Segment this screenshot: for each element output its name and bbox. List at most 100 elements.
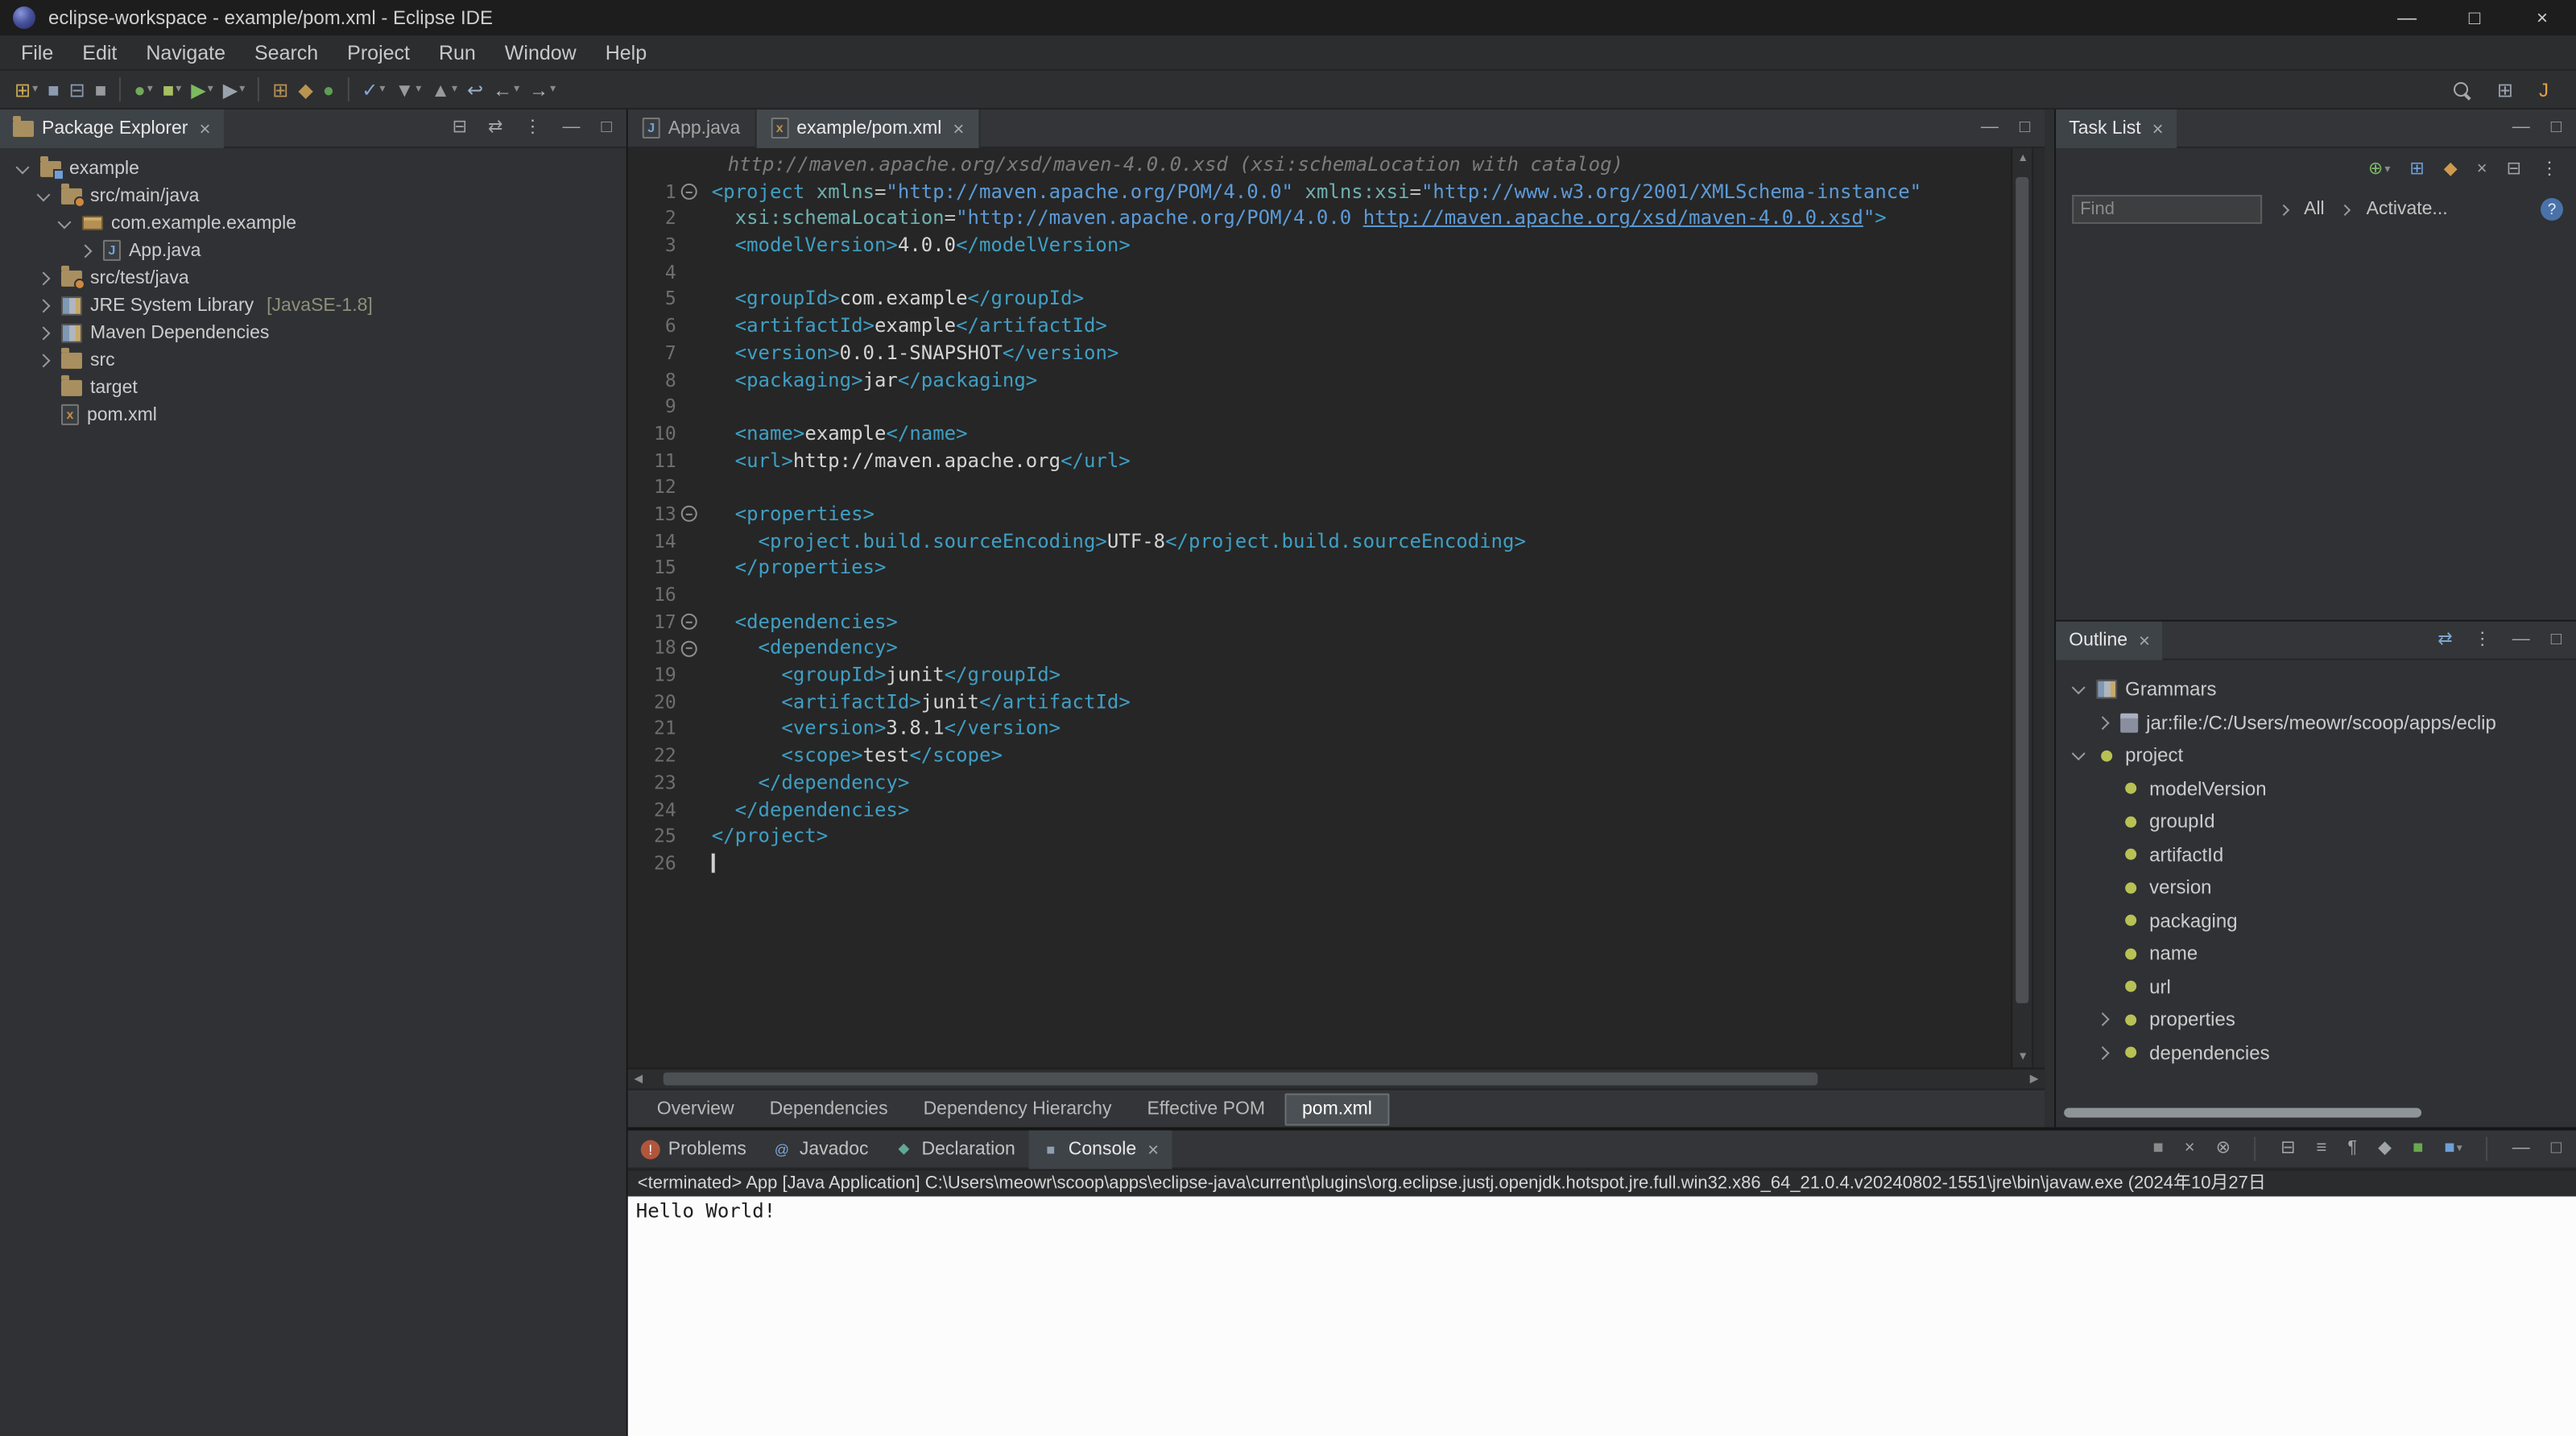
menu-file[interactable]: File [6, 41, 68, 64]
terminate-button[interactable]: ■ [2148, 1137, 2169, 1161]
menu-window[interactable]: Window [490, 41, 591, 64]
code-line-2[interactable]: xsi:schemaLocation="http://maven.apache.… [712, 205, 2011, 232]
console-view-tab-javadoc[interactable]: @ Javadoc [759, 1130, 882, 1169]
task-scope-all[interactable]: All [2304, 200, 2325, 219]
remove-all-terminated-button[interactable]: ⊗ [2211, 1137, 2235, 1161]
search-button[interactable] [2447, 77, 2476, 102]
code-line-6[interactable]: <artifactId>example</artifactId> [712, 312, 2011, 339]
code-line-3[interactable]: <modelVersion>4.0.0</modelVersion> [712, 232, 2011, 259]
view-menu-button[interactable]: ⋮ [2536, 157, 2563, 181]
editor-tab-app-java[interactable]: App.java [628, 108, 757, 147]
last-edit-location-button[interactable]: ↩ [462, 77, 488, 102]
project-tree-item-src-test-java[interactable]: src/test/java [0, 264, 626, 292]
find-input[interactable] [2072, 194, 2263, 224]
project-tree-item-pom-xml[interactable]: pom.xml [0, 401, 626, 428]
minimize-window-button[interactable]: — [2373, 0, 2441, 35]
link-with-editor-button[interactable]: ⇄ [483, 116, 507, 140]
maximize-button[interactable]: □ [596, 116, 616, 140]
code-line-21[interactable]: <version>3.8.1</version> [712, 716, 2011, 743]
horizontal-scroll-thumb[interactable] [662, 1072, 1818, 1086]
project-tree-item-app-java[interactable]: App.java [0, 237, 626, 264]
code-line-12[interactable] [712, 474, 2011, 500]
close-view-icon[interactable]: × [2152, 117, 2164, 139]
code-line-25[interactable]: </project> [712, 823, 2011, 850]
editor-horizontal-scrollbar[interactable]: ◀ ▶ [627, 1067, 2045, 1090]
save-all-button[interactable]: ⊟ [64, 77, 90, 102]
pom-page-tab-dependencies[interactable]: Dependencies [754, 1095, 904, 1124]
maximize-button[interactable]: □ [2546, 628, 2566, 652]
project-tree-item-src[interactable]: src [0, 346, 626, 374]
horizontal-scroll-track[interactable] [649, 1070, 2024, 1089]
expander-collapse-icon[interactable] [2069, 747, 2088, 761]
word-wrap-button[interactable]: ¶ [2342, 1137, 2362, 1161]
code-line-9[interactable] [712, 393, 2011, 420]
outline-tree-item-dependencies[interactable]: dependencies [2056, 1037, 2576, 1070]
pin-console-button[interactable]: ◆ [2373, 1137, 2396, 1161]
open-task-button[interactable]: ✓ ▾ [357, 77, 390, 102]
project-tree-item-jre-system-library[interactable]: JRE System Library [JavaSE-1.8] [0, 292, 626, 319]
pom-page-tab-overview[interactable]: Overview [641, 1095, 750, 1124]
code-line-20[interactable]: <artifactId>junit</artifactId> [712, 689, 2011, 715]
task-activate-link[interactable]: Activate... [2367, 200, 2448, 219]
close-view-icon[interactable]: × [2139, 629, 2150, 652]
open-console-button[interactable]: ■ ▾ [2439, 1137, 2466, 1161]
expander-collapse-icon[interactable] [34, 187, 53, 201]
save-button[interactable]: ■ [43, 77, 64, 102]
minimize-button[interactable]: — [557, 116, 585, 140]
scroll-down-icon[interactable]: ▼ [2012, 1047, 2033, 1068]
minimize-button[interactable]: — [2508, 628, 2535, 652]
outline-tree-item-project[interactable]: project [2056, 739, 2576, 772]
code-line-1[interactable]: <project xmlns="http://maven.apache.org/… [712, 178, 2011, 205]
outline-tree-item-name[interactable]: name [2056, 937, 2576, 970]
new-package-button[interactable]: ◆ [293, 77, 317, 102]
debug-button[interactable]: ● ▾ [129, 77, 158, 102]
expander-collapse-icon[interactable] [13, 159, 32, 174]
external-tools-button[interactable]: ▶ ▾ [218, 77, 250, 102]
scroll-left-icon[interactable]: ◀ [628, 1069, 649, 1090]
expander-collapse-icon[interactable] [2069, 681, 2088, 695]
outline-scroll-thumb[interactable] [2064, 1107, 2421, 1118]
chevron-right-icon[interactable] [2336, 203, 2355, 215]
run-button[interactable]: ▶ ▾ [186, 77, 217, 102]
task-list-tab[interactable]: Task List × [2056, 108, 2177, 147]
clear-console-button[interactable]: ⊟ [2276, 1137, 2300, 1161]
close-view-icon[interactable]: × [199, 117, 210, 139]
vertical-scroll-thumb[interactable] [2016, 177, 2029, 1004]
pom-page-tab-pom-xml[interactable]: pom.xml [1284, 1092, 1390, 1125]
package-explorer-tab[interactable]: Package Explorer × [0, 108, 224, 147]
menu-help[interactable]: Help [591, 41, 661, 64]
minimize-button[interactable]: — [2508, 116, 2535, 140]
code-line-16[interactable] [712, 581, 2011, 608]
java-perspective-button[interactable]: J [2534, 77, 2553, 102]
console-view-tab-console[interactable]: ■ Console × [1028, 1129, 1172, 1169]
editor-tab-example-pom-xml[interactable]: example/pom.xml × [756, 108, 981, 147]
code-line-15[interactable]: </properties> [712, 554, 2011, 581]
fold-marker-icon[interactable] [676, 640, 702, 656]
outline-tree-item-url[interactable]: url [2056, 970, 2576, 1004]
print-button[interactable]: ■ [90, 77, 111, 102]
expander-expand-icon[interactable] [34, 298, 53, 312]
vertical-scroll-track[interactable] [2012, 169, 2032, 1047]
new-task-button[interactable]: ⊕ ▾ [2363, 157, 2395, 181]
pom-page-tab-effective-pom[interactable]: Effective POM [1131, 1095, 1281, 1124]
previous-annotation-button[interactable]: ▲ ▾ [426, 77, 462, 102]
expander-expand-icon[interactable] [76, 243, 95, 258]
code-line-18[interactable]: <dependency> [712, 635, 2011, 662]
maximize-window-button[interactable]: □ [2441, 0, 2508, 35]
menu-project[interactable]: Project [333, 41, 424, 64]
back-button[interactable]: ← ▾ [488, 77, 524, 102]
code-line-7[interactable]: <version>0.0.1-SNAPSHOT</version> [712, 339, 2011, 366]
editor-code[interactable]: http://maven.apache.org/xsd/maven-4.0.0.… [702, 148, 2011, 1068]
outline-horizontal-scrollbar[interactable] [2061, 1105, 2571, 1121]
expander-collapse-icon[interactable] [55, 214, 74, 229]
console-view-tab-declaration[interactable]: ◆ Declaration [882, 1130, 1028, 1169]
code-line-14[interactable]: <project.build.sourceEncoding>UTF-8</pro… [712, 528, 2011, 554]
display-selected-console-button[interactable]: ■ [2408, 1137, 2428, 1161]
help-icon[interactable]: ? [2541, 197, 2564, 221]
menu-search[interactable]: Search [240, 41, 333, 64]
expander-expand-icon[interactable] [34, 353, 53, 367]
close-window-button[interactable]: × [2508, 0, 2576, 35]
outline-tree-item-grammars[interactable]: Grammars [2056, 673, 2576, 706]
editor[interactable]: 1 2 3 4 5 6 7 8 9 10 11 12 13 14 15 16 17 18 19 20 21 22 23 24 2… [627, 147, 2045, 1068]
maximize-button[interactable]: □ [2546, 1137, 2566, 1161]
